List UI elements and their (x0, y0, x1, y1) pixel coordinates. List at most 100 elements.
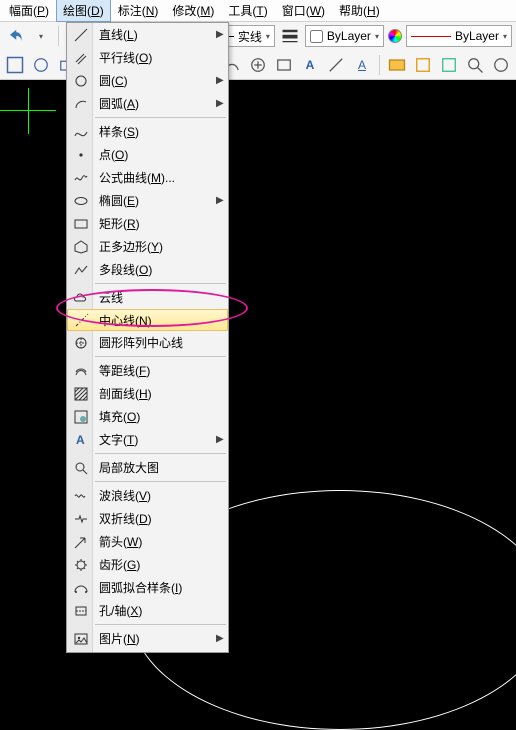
menu-item-polygon[interactable]: 正多边形(Y) (67, 235, 228, 258)
menu-item-label: 中心线(N) (95, 312, 215, 329)
search-button[interactable] (464, 54, 486, 76)
menu-item-label: 双折线(D) (95, 510, 216, 527)
menu-item-spline[interactable]: 样条(S) (67, 120, 228, 143)
tool-btn-r3[interactable] (273, 54, 295, 76)
menu-item-label: 椭圆(E) (95, 192, 216, 209)
menu-item-label: 多段线(O) (95, 261, 216, 278)
tool-btn-r2[interactable] (247, 54, 269, 76)
tool-btn-r8[interactable] (412, 54, 434, 76)
tool-btn-r7[interactable] (386, 54, 408, 76)
color-layer-selector[interactable]: ByLayer ▾ (406, 25, 512, 47)
menu-幅面[interactable]: 幅面(P) (2, 0, 56, 22)
polygon-icon (67, 239, 95, 255)
offset-icon (67, 363, 95, 379)
centerline-icon (68, 312, 95, 328)
tool-btn-r11[interactable] (490, 54, 512, 76)
menu-item-point[interactable]: 点(O) (67, 143, 228, 166)
menu-item-arrow[interactable]: 箭头(W) (67, 530, 228, 553)
menu-item-label: 正多边形(Y) (95, 238, 216, 255)
submenu-arrow-icon: ▶ (216, 633, 228, 644)
menu-item-label: 矩形(R) (95, 215, 216, 232)
submenu-arrow-icon: ▶ (216, 434, 228, 445)
menu-item-zoomdetail[interactable]: 局部放大图 (67, 456, 228, 479)
menu-item-label: 填充(O) (95, 408, 216, 425)
menu-item-label: 图片(N) (95, 630, 216, 647)
menu-item-wave[interactable]: 波浪线(V) (67, 484, 228, 507)
menu-item-break[interactable]: 双折线(D) (67, 507, 228, 530)
linestyle-label: 实线 (238, 28, 262, 45)
menu-绘图[interactable]: 绘图(D) (56, 0, 111, 22)
layer-checkbox[interactable] (310, 30, 323, 43)
menu-item-centerline[interactable]: 中心线(N) (67, 309, 228, 331)
menubar: 幅面(P)绘图(D)标注(N)修改(M)工具(T)窗口(W)帮助(H) (0, 0, 516, 22)
crosshair-vertical (28, 88, 29, 134)
layer-selector[interactable]: ByLayer ▾ (305, 25, 384, 47)
tool-btn-r9[interactable] (438, 54, 460, 76)
draw-menu-dropdown: 直线(L)▶平行线(O)圆(C)▶圆弧(A)▶样条(S)点(O)公式曲线(M).… (66, 22, 229, 653)
menu-item-label: 箭头(W) (95, 533, 216, 550)
arcfit-icon (67, 580, 95, 596)
wave-icon (67, 488, 95, 504)
menu-item-rect[interactable]: 矩形(R) (67, 212, 228, 235)
menu-item-label: 等距线(F) (95, 362, 216, 379)
menu-item-label: 局部放大图 (95, 459, 216, 476)
circle-icon (67, 73, 95, 89)
tool-btn-1[interactable] (4, 54, 26, 76)
menu-item-circle[interactable]: 圆(C)▶ (67, 69, 228, 92)
point-icon (67, 147, 95, 163)
menu-修改[interactable]: 修改(M) (165, 0, 221, 22)
color-swatch-icon[interactable] (388, 29, 402, 43)
menu-item-arc[interactable]: 圆弧(A)▶ (67, 92, 228, 115)
svg-text:A: A (76, 433, 85, 447)
text-button[interactable]: A (299, 54, 321, 76)
hole-icon (67, 603, 95, 619)
menu-item-ellipse[interactable]: 椭圆(E)▶ (67, 189, 228, 212)
menu-工具[interactable]: 工具(T) (221, 0, 274, 22)
menu-item-label: 圆弧(A) (95, 95, 216, 112)
text-icon: A (67, 432, 95, 448)
polyline-icon (67, 262, 95, 278)
cloud-icon (67, 290, 95, 306)
menu-item-parallel[interactable]: 平行线(O) (67, 46, 228, 69)
menu-帮助[interactable]: 帮助(H) (332, 0, 387, 22)
color-layer-label: ByLayer (455, 29, 499, 43)
submenu-arrow-icon: ▶ (216, 75, 228, 86)
menu-item-text[interactable]: A 文字(T)▶ (67, 428, 228, 451)
fill-icon (67, 409, 95, 425)
spline-icon (67, 124, 95, 140)
menu-separator (95, 356, 226, 357)
menu-窗口[interactable]: 窗口(W) (275, 0, 332, 22)
layer-label: ByLayer (327, 29, 371, 43)
submenu-arrow-icon: ▶ (216, 195, 228, 206)
image-icon (67, 631, 95, 647)
menu-item-label: 平行线(O) (95, 49, 216, 66)
undo-button[interactable] (4, 25, 26, 47)
lineweight-button[interactable] (279, 25, 301, 47)
gear-icon (67, 557, 95, 573)
menu-item-arcfit[interactable]: 圆弧拟合样条(I) (67, 576, 228, 599)
menu-item-image[interactable]: 图片(N)▶ (67, 627, 228, 650)
tool-btn-r5[interactable] (325, 54, 347, 76)
rect-icon (67, 216, 95, 232)
formula-icon (67, 170, 95, 186)
menu-item-cloud[interactable]: 云线 (67, 286, 228, 309)
menu-item-label: 圆弧拟合样条(I) (95, 579, 216, 596)
menu-item-line[interactable]: 直线(L)▶ (67, 23, 228, 46)
redo-dropdown[interactable]: ▾ (30, 25, 52, 47)
menu-item-formula[interactable]: 公式曲线(M)... (67, 166, 228, 189)
menu-item-label: 文字(T) (95, 431, 216, 448)
arc-icon (67, 96, 95, 112)
menu-item-offset[interactable]: 等距线(F) (67, 359, 228, 382)
menu-item-label: 样条(S) (95, 123, 216, 140)
menu-item-hatch[interactable]: 剖面线(H) (67, 382, 228, 405)
menu-item-circpat[interactable]: 圆形阵列中心线 (67, 331, 228, 354)
menu-标注[interactable]: 标注(N) (111, 0, 166, 22)
menu-item-hole[interactable]: 孔/轴(X) (67, 599, 228, 622)
menu-item-fill[interactable]: 填充(O) (67, 405, 228, 428)
menu-separator (95, 624, 226, 625)
menu-item-polyline[interactable]: 多段线(O) (67, 258, 228, 281)
tool-btn-2[interactable] (30, 54, 52, 76)
menu-item-gear[interactable]: 齿形(G) (67, 553, 228, 576)
tool-btn-r6[interactable]: A (351, 54, 373, 76)
menu-separator (95, 481, 226, 482)
